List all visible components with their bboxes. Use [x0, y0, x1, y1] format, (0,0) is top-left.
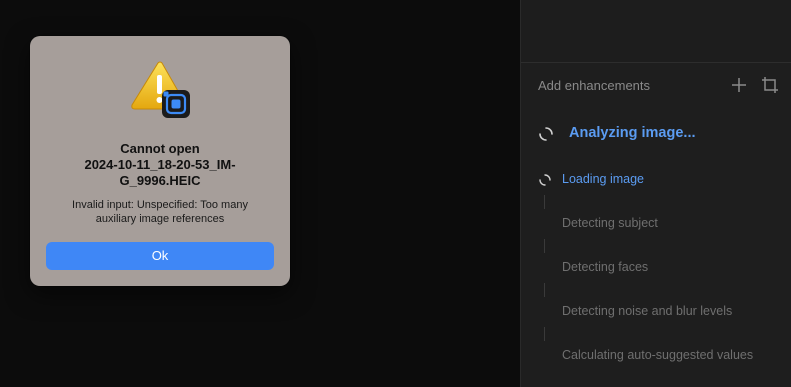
spinner-icon [539, 174, 551, 186]
warning-icon [131, 61, 190, 118]
step-connector [544, 327, 545, 341]
dialog-message: Invalid input: Unspecified: Too many aux… [48, 198, 272, 226]
step-connector [544, 195, 545, 209]
analyzing-label: Analyzing image... [569, 125, 696, 141]
dialog-title: Cannot open 2024-10-11_18-20-53_IM- G_99… [40, 141, 280, 189]
enhancements-panel: Add enhancements Analyzing image... Load… [520, 0, 791, 387]
step-connector [544, 283, 545, 297]
step-label: Calculating auto-suggested values [562, 348, 754, 362]
step-label: Detecting faces [562, 260, 649, 274]
dialog-title-line: Cannot open [120, 141, 200, 156]
dialog-title-line: G_9996.HEIC [119, 173, 201, 188]
plus-icon[interactable] [730, 76, 748, 94]
dialog-message-line: auxiliary image references [95, 213, 225, 225]
ok-button[interactable]: Ok [46, 242, 274, 270]
step-label: Loading image [562, 172, 645, 186]
panel-top-bar [521, 0, 791, 63]
add-enhancements-label: Add enhancements [538, 78, 651, 93]
app-window: Add enhancements Analyzing image... Load… [0, 0, 791, 387]
error-dialog: Cannot open 2024-10-11_18-20-53_IM- G_99… [30, 36, 290, 286]
step-label: Detecting subject [562, 216, 658, 230]
step-connector [544, 239, 545, 253]
spinner-icon [539, 127, 553, 141]
crop-icon[interactable] [761, 76, 779, 94]
app-badge-icon [162, 90, 190, 118]
step-label: Detecting noise and blur levels [562, 304, 733, 318]
dialog-title-line: 2024-10-11_18-20-53_IM- [84, 157, 236, 172]
dialog-message-line: Invalid input: Unspecified: Too many [72, 199, 248, 211]
panel-header: Add enhancements [538, 76, 788, 96]
